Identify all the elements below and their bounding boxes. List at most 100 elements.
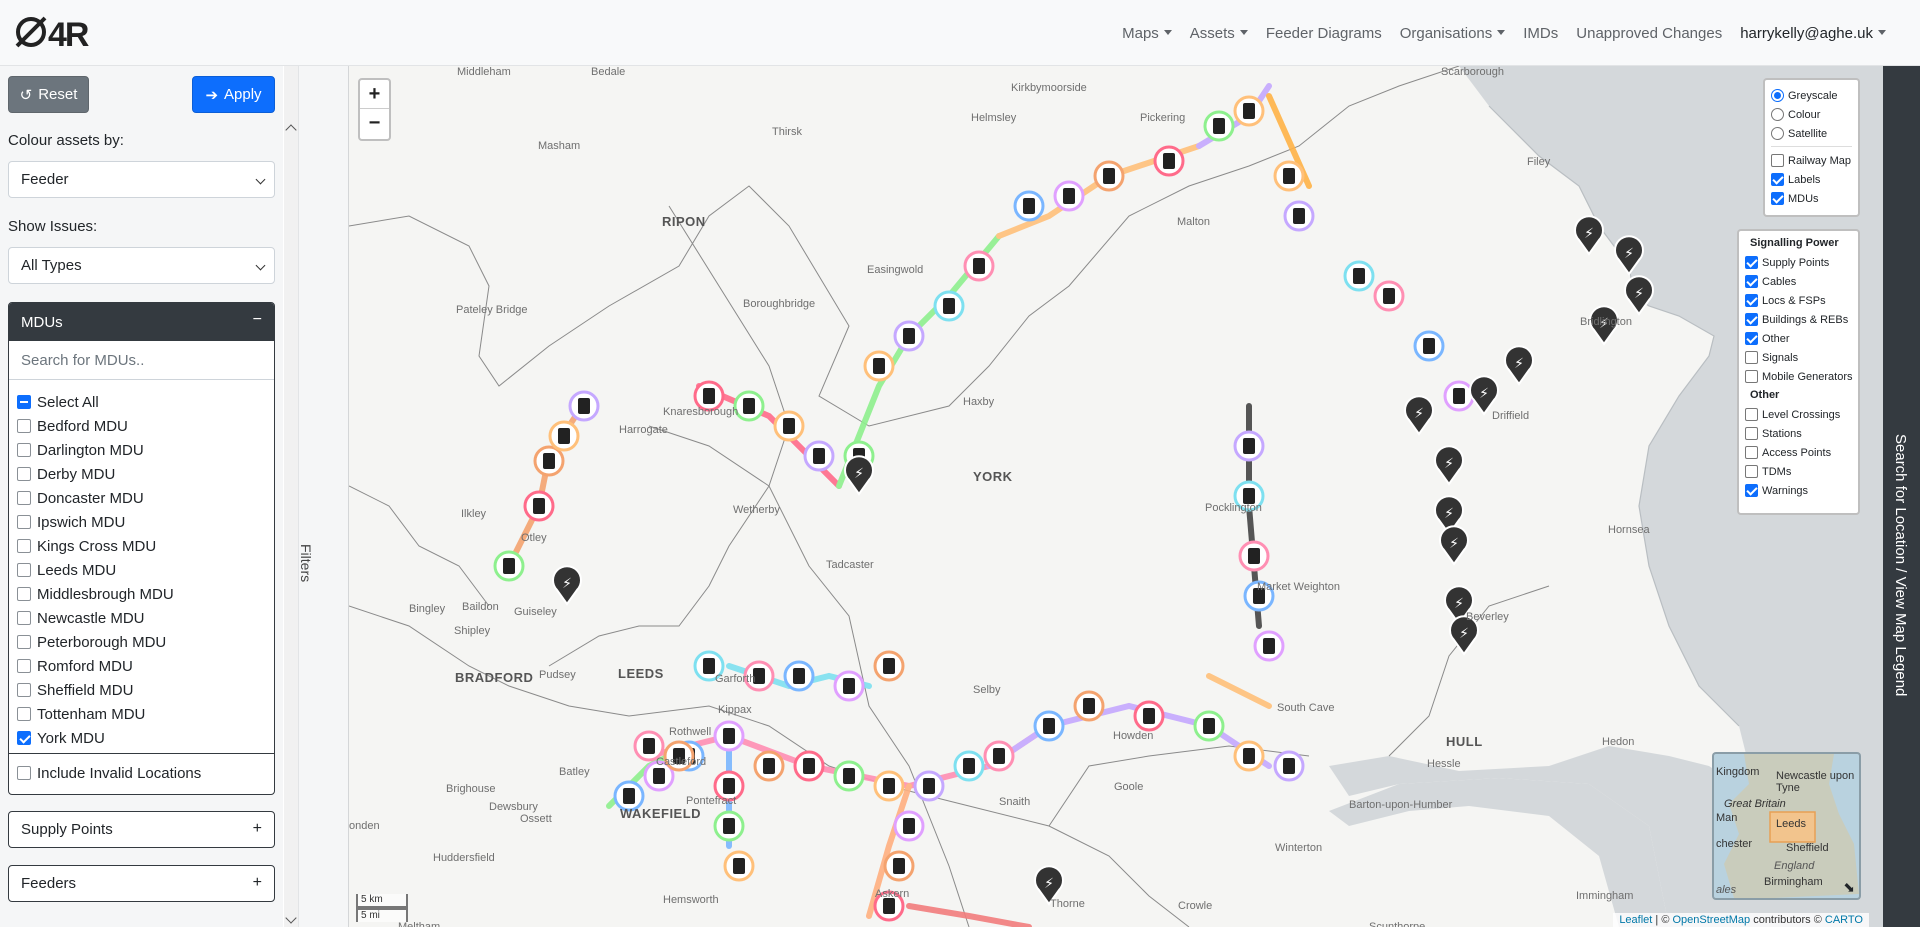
asset-marker[interactable] [983,740,1015,772]
asset-marker[interactable] [783,660,815,692]
nav-imds[interactable]: IMDs [1514,25,1567,42]
signalling-row[interactable]: Cables [1745,272,1858,291]
layer-checkbox[interactable] [1745,408,1758,421]
mdu-checkbox[interactable] [17,659,31,673]
asset-marker[interactable] [863,350,895,382]
layer-checkbox[interactable] [1745,256,1758,269]
signalling-row[interactable]: Buildings & REBs [1745,310,1858,329]
layer-checkbox[interactable] [1745,332,1758,345]
minimap[interactable]: Kingdom Newcastle upon Tyne Great Britai… [1712,752,1861,900]
layer-radio[interactable] [1771,127,1784,140]
asset-marker[interactable] [1413,330,1445,362]
minimap-toggle-icon[interactable]: ⬊ [1843,879,1855,896]
mdu-item[interactable]: Ipswich MDU [9,510,274,534]
mdu-checkbox[interactable] [17,419,31,433]
carto-link[interactable]: CARTO [1825,914,1863,926]
map-canvas[interactable]: ⚡ ⚡ ⚡ ⚡ ⚡ ⚡ ⚡ ⚡ ⚡ ⚡ ⚡ ⚡ ⚡ ⚡ ⚡ Middleham Bedale Kirkbymoo… [349,66,1883,927]
base-layers-row[interactable]: Colour [1771,105,1858,124]
mdu-card-header[interactable]: MDUs − [9,303,274,341]
asset-marker[interactable] [953,750,985,782]
mdu-checkbox[interactable] [17,611,31,625]
asset-marker[interactable] [1273,750,1305,782]
asset-marker[interactable] [723,850,755,882]
zoom-out-button[interactable]: − [360,109,389,138]
asset-marker[interactable] [568,390,600,422]
nav-organisations[interactable]: Organisations [1391,25,1515,42]
mdu-item[interactable]: Doncaster MDU [9,486,274,510]
other-row[interactable]: Stations [1745,424,1858,443]
nav-unapproved-changes[interactable]: Unapproved Changes [1567,25,1731,42]
asset-marker[interactable] [548,420,580,452]
mdu-item[interactable]: Derby MDU [9,462,274,486]
supply-point-pin[interactable]: ⚡ [1434,445,1464,486]
layer-checkbox[interactable] [1771,154,1784,167]
mdu-item[interactable]: Kings Cross MDU [9,534,274,558]
mdu-checkbox[interactable] [17,491,31,505]
invalid-locations-checkbox[interactable] [17,766,31,780]
user-menu[interactable]: harrykelly@aghe.uk [1731,25,1895,42]
layer-checkbox[interactable] [1745,370,1758,383]
signalling-row[interactable]: Other [1745,329,1858,348]
supply-point-pin[interactable]: ⚡ [552,565,582,606]
scroll-down-arrow[interactable] [285,912,297,924]
supply-points-panel[interactable]: Supply Points + [8,811,275,848]
nav-maps[interactable]: Maps [1113,25,1181,42]
signalling-row[interactable]: Supply Points [1745,253,1858,272]
collapse-toggle[interactable]: − [253,311,262,329]
expand-icon[interactable]: + [253,874,262,892]
asset-marker[interactable] [1373,280,1405,312]
supply-point-pin[interactable]: ⚡ [1469,375,1499,416]
mdu-item[interactable]: Bedford MDU [9,414,274,438]
asset-marker[interactable] [733,390,765,422]
layer-checkbox[interactable] [1745,484,1758,497]
mdu-item[interactable]: Middlesbrough MDU [9,582,274,606]
other-row[interactable]: TDMs [1745,462,1858,481]
asset-marker[interactable] [933,290,965,322]
overlays-row[interactable]: Railway Map [1771,151,1858,170]
layer-checkbox[interactable] [1745,313,1758,326]
other-row[interactable]: Access Points [1745,443,1858,462]
scroll-up-arrow[interactable] [285,124,297,136]
supply-point-pin[interactable]: ⚡ [844,455,874,496]
signalling-row[interactable]: Signals [1745,348,1858,367]
asset-marker[interactable] [1233,430,1265,462]
layer-checkbox[interactable] [1745,427,1758,440]
asset-marker[interactable] [833,760,865,792]
supply-point-pin[interactable]: ⚡ [1439,525,1469,566]
asset-marker[interactable] [1073,690,1105,722]
mdu-item[interactable]: Tottenham MDU [9,702,274,726]
supply-point-pin[interactable]: ⚡ [1504,345,1534,386]
overlays-row[interactable]: Labels [1771,170,1858,189]
other-row[interactable]: Level Crossings [1745,405,1858,424]
leaflet-link[interactable]: Leaflet [1619,914,1652,926]
layer-checkbox[interactable] [1771,192,1784,205]
asset-marker[interactable] [1093,160,1125,192]
asset-marker[interactable] [963,250,995,282]
layer-checkbox[interactable] [1771,173,1784,186]
signalling-row[interactable]: Locs & FSPs [1745,291,1858,310]
base-layers-row[interactable]: Satellite [1771,124,1858,143]
nav-assets[interactable]: Assets [1181,25,1257,42]
legend-tab[interactable]: Search for Location / View Map Legend [1883,66,1920,927]
asset-marker[interactable] [1233,95,1265,127]
expand-icon[interactable]: + [253,820,262,838]
layer-checkbox[interactable] [1745,446,1758,459]
asset-marker[interactable] [1343,260,1375,292]
asset-marker[interactable] [1013,190,1045,222]
supply-point-pin[interactable]: ⚡ [1624,275,1654,316]
supply-point-pin[interactable]: ⚡ [1574,215,1604,256]
app-logo[interactable]: 4R [14,10,108,54]
mdu-checkbox[interactable] [17,443,31,457]
asset-marker[interactable] [873,770,905,802]
sidebar-scrollbar[interactable] [284,66,298,927]
asset-marker[interactable] [713,810,745,842]
show-issues-select[interactable]: All Types [8,247,275,284]
layer-radio[interactable] [1771,108,1784,121]
asset-marker[interactable] [1443,380,1475,412]
supply-point-pin[interactable]: ⚡ [1404,395,1434,436]
asset-marker[interactable] [833,670,865,702]
nav-feeder-diagrams[interactable]: Feeder Diagrams [1257,25,1391,42]
mdu-search-input[interactable]: Search for MDUs.. [9,341,274,380]
signalling-row[interactable]: Mobile Generators [1745,367,1858,386]
layer-checkbox[interactable] [1745,294,1758,307]
